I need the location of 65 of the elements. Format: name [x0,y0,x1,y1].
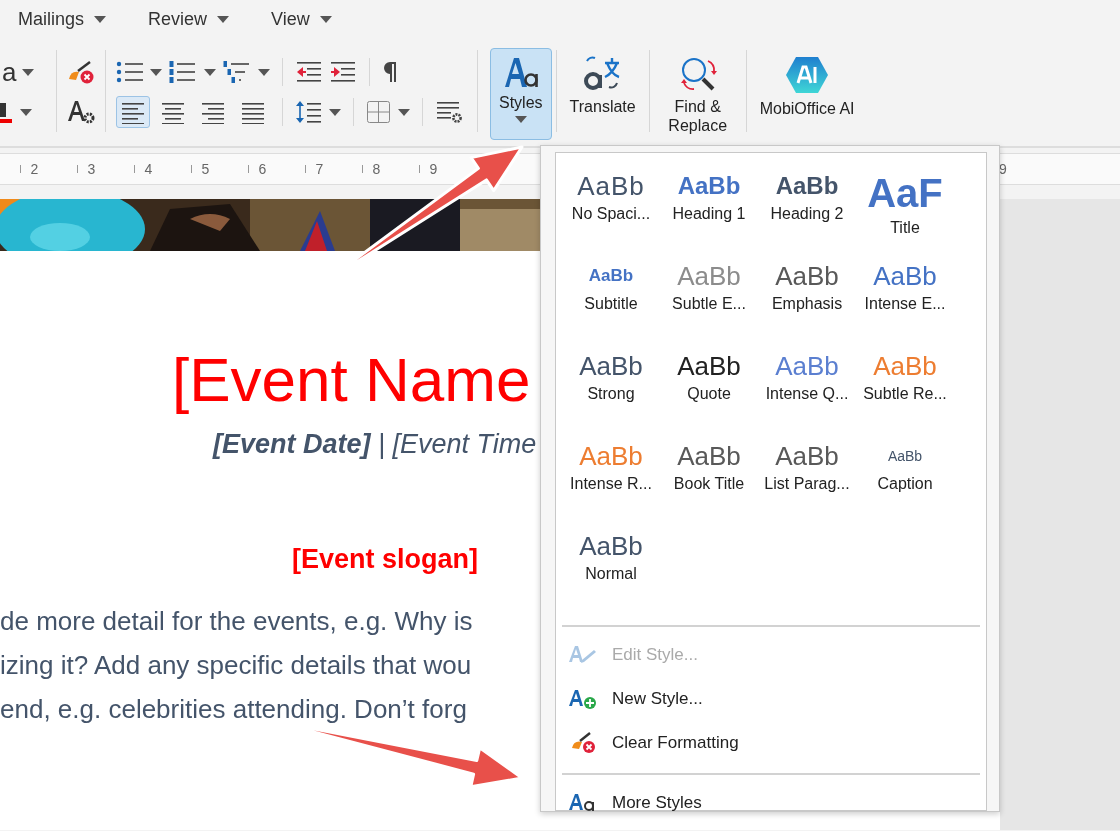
ai-button[interactable]: MobiOffice AI [750,48,864,140]
bullet-list-icon[interactable] [116,60,144,84]
justify-icon [240,100,266,124]
align-button[interactable] [116,96,150,128]
style-option[interactable]: AaBb Emphasis [758,257,856,347]
numbered-list-icon[interactable] [168,60,198,84]
styles-icon [502,55,539,89]
caret-icon[interactable] [319,15,332,23]
translate-button[interactable]: Translate [560,48,645,140]
event-slogan: [Event slogan] [292,544,479,574]
caret-icon[interactable] [217,15,230,23]
align-left-icon [120,100,146,124]
style-option[interactable]: AaBb No Spaci... [562,167,660,257]
find-replace-button[interactable]: Find & Replace [653,48,742,140]
style-option[interactable]: AaBb Intense Q... [758,347,856,437]
decrease-indent-icon[interactable] [295,60,323,84]
style-option[interactable]: AaBb Intense R... [562,437,660,527]
caret-icon[interactable] [22,68,35,76]
caret-icon[interactable] [204,68,216,76]
paragraph-settings-icon[interactable] [435,100,463,124]
menu-item[interactable]: Clear Formatting [562,721,980,765]
style-option[interactable]: AaBb Intense E... [856,257,954,347]
menu-tab[interactable]: Review [148,8,230,30]
style-option[interactable]: AaBb Book Title [660,437,758,527]
caret-icon[interactable] [94,15,107,23]
caret-icon[interactable] [20,108,32,116]
ai-logo-icon [785,55,830,95]
style-option[interactable]: AaBb Normal [562,527,660,617]
clear-formatting-icon[interactable] [67,59,95,85]
style-option[interactable]: AaBb Heading 1 [660,167,758,257]
menu-item[interactable]: New Style... [562,677,980,721]
menu-tab[interactable]: Mailings [18,8,107,30]
style-settings-icon[interactable] [67,99,95,125]
caret-icon[interactable] [258,68,270,76]
style-option[interactable]: AaBb Heading 2 [758,167,856,257]
menu-tab[interactable]: View [271,8,332,30]
style-option[interactable]: AaBb List Parag... [758,437,856,527]
align-right-icon [200,100,226,124]
caret-icon[interactable] [150,68,162,76]
caret-icon[interactable] [398,108,410,116]
event-date-line: [Event Date] | [Event Time [213,429,537,459]
body-text: end, e.g. celebrities attending. Don’t forg [0,694,467,724]
ruler-number: 9 [999,161,1007,177]
edit-style-icon [568,644,598,666]
caret-icon[interactable] [514,116,527,123]
align-center-icon [160,100,186,124]
body-text: izing it? Add any specific details that wou [0,650,472,680]
style-option[interactable]: AaF Title [856,167,954,257]
style-option[interactable]: AaBb Subtle E... [660,257,758,347]
styles-button[interactable]: Styles [490,48,552,140]
new-style-icon [568,688,598,710]
style-option[interactable]: AaBb Caption [856,437,954,527]
line-spacing-icon[interactable] [295,99,323,125]
multilevel-list-icon[interactable] [222,60,252,84]
borders-icon[interactable] [366,100,392,124]
increase-indent-icon[interactable] [329,60,357,84]
font-name-field[interactable]: a [2,56,17,88]
caret-icon[interactable] [329,108,341,116]
style-option[interactable]: AaBb Subtitle [562,257,660,347]
menu-item[interactable]: More Styles [562,781,980,825]
body-text: de more detail for the events, e.g. Why is [0,606,473,636]
event-title: [Event Name [172,345,531,414]
style-option[interactable]: AaBb Quote [660,347,758,437]
style-option[interactable]: AaBb Strong [562,347,660,437]
style-option[interactable]: AaBb Subtle Re... [856,347,954,437]
